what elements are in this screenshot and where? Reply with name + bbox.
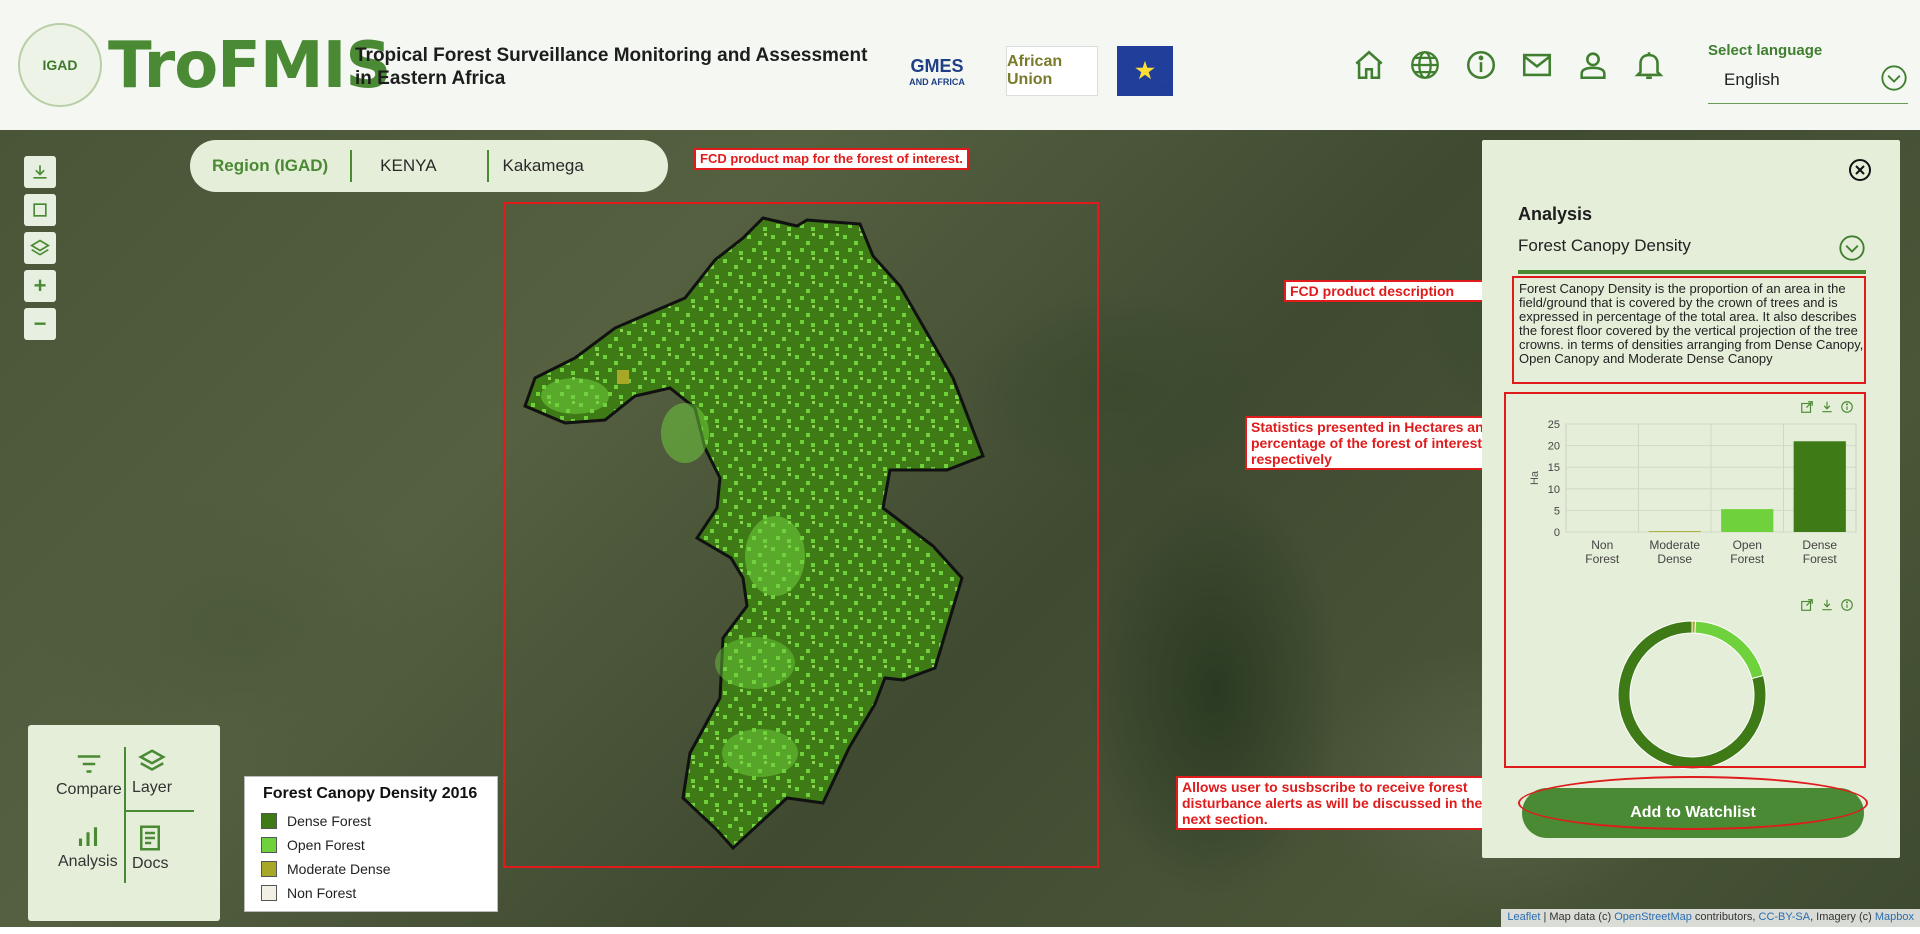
legend-item: Moderate Dense [255,857,487,881]
attribution-text: , Imagery (c) [1810,911,1875,923]
chevron-down-icon [1881,65,1907,91]
zoom-in-icon: + [33,273,47,298]
zoom-out-icon: − [33,311,47,336]
statistics-highlight [1504,392,1866,768]
attribution-text: contributors, [1691,911,1759,923]
mail-icon[interactable] [1520,48,1554,82]
african-union-logo: African Union [1006,46,1098,96]
leaflet-link[interactable]: Leaflet [1507,911,1540,923]
download-icon [33,165,47,179]
subtitle-line1: Tropical Forest Surveillance Monitoring … [355,45,868,66]
watchlist-annotation: Allows user to susbscribe to receive for… [1176,776,1520,830]
fcd-map-annotation: FCD product map for the forest of intere… [694,148,969,170]
bell-icon[interactable] [1632,48,1666,82]
analysis-label: Analysis [58,853,118,870]
home-icon[interactable] [1352,48,1386,82]
map-attribution: Leaflet | Map data (c) OpenStreetMap con… [1501,909,1920,927]
igad-logo-text: IGAD [42,57,78,73]
legend-label: Open Forest [287,837,365,853]
eu-logo-label: European Union [1119,83,1171,90]
legend-label: Moderate Dense [287,861,391,877]
au-logo-text: African Union [1007,53,1063,88]
bar-chart-icon [78,827,97,846]
compare-button[interactable]: Compare [56,749,122,799]
breadcrumb-forest[interactable]: Kakamega [489,150,606,182]
close-icon[interactable] [1848,158,1872,182]
analysis-button[interactable]: Analysis [58,821,118,871]
language-value: English [1724,70,1780,89]
gmes-logo: GMES AND AFRICA [884,46,990,96]
globe-icon[interactable] [1408,48,1442,82]
legend-swatch [261,813,277,829]
info-icon[interactable] [1464,48,1498,82]
map-toolbox: Compare Layer Analysis Docs [28,725,220,921]
legend-swatch [261,885,277,901]
watchlist-highlight [1518,776,1868,830]
zoom-in-button[interactable]: + [24,270,56,302]
analysis-select-value: Forest Canopy Density [1518,236,1691,255]
legend-item: Dense Forest [255,809,487,833]
docs-button[interactable]: Docs [132,823,168,873]
language-select[interactable]: English [1708,62,1908,104]
statistics-annotation: Statistics presented in Hectares and per… [1245,416,1505,470]
breadcrumb-country[interactable]: KENYA [352,150,486,182]
layer-label: Layer [132,779,173,796]
zoom-out-button[interactable]: − [24,308,56,340]
analysis-select[interactable]: Forest Canopy Density [1518,232,1866,274]
description-highlight [1512,276,1866,384]
layers-icon [30,239,50,256]
legend-title: Forest Canopy Density 2016 [263,785,478,802]
panel-heading: Analysis [1518,204,1593,224]
draw-rectangle-button[interactable] [24,194,56,226]
legend-label: Dense Forest [287,813,372,829]
breadcrumb-region[interactable]: Region (IGAD) [190,150,350,182]
map-legend: Forest Canopy Density 2016 Dense Forest … [244,776,498,912]
docs-label: Docs [132,855,169,872]
layer-button[interactable]: Layer [132,747,172,797]
osm-link[interactable]: OpenStreetMap [1614,911,1692,923]
igad-logo[interactable]: IGAD [18,23,102,107]
legend-label: Non Forest [287,885,357,901]
legend-swatch [261,837,277,853]
compare-label: Compare [56,781,122,798]
analysis-panel: Analysis Forest Canopy Density Forest Ca… [1482,140,1900,858]
toolbox-divider [124,810,194,812]
user-icon[interactable] [1576,48,1610,82]
draw-rectangle-icon [33,203,47,217]
license-link[interactable]: CC-BY-SA [1759,911,1811,923]
app-header: IGAD TroFMIS Tropical Forest Surveillanc… [0,0,1920,130]
filter-icon [77,755,101,773]
legend-item: Open Forest [255,833,487,857]
download-map-button[interactable] [24,156,56,188]
app-brand[interactable]: TroFMIS [108,34,391,98]
language-label: Select language [1708,42,1823,59]
mapbox-link[interactable]: Mapbox [1875,911,1914,923]
fcd-map-highlight [503,202,1099,868]
gmes-logo-subtext: AND AFRICA [909,76,965,87]
subtitle-line2: in Eastern Africa [355,68,506,89]
layers-button[interactable] [24,232,56,264]
layers-icon [138,749,166,771]
document-icon [140,825,161,851]
map-view[interactable]: + − Region (IGAD) KENYA Kakamega FCD pro [0,130,1920,927]
fcd-description-annotation: FCD product description [1284,280,1484,302]
app-subtitle: Tropical Forest Surveillance Monitoring … [355,44,875,90]
breadcrumb: Region (IGAD) KENYA Kakamega [190,140,668,192]
legend-item: Non Forest [255,881,487,905]
gmes-logo-text: GMES [910,55,964,76]
toolbox-divider [124,747,126,883]
chevron-down-icon [1839,235,1865,261]
attribution-text: | Map data (c) [1540,911,1615,923]
legend-swatch [261,861,277,877]
